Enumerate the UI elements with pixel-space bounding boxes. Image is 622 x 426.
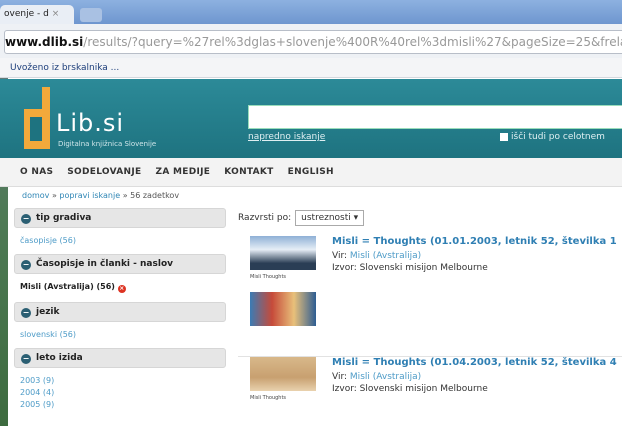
result-origin: Izvor: Slovenski misijon Melbourne (332, 384, 488, 394)
url-path: /results/?query=%27rel%3dglas+slovenje%4… (83, 35, 622, 49)
facet-header-years[interactable]: − leto izida (14, 348, 226, 368)
site-header: Lib.si Digitalna knjižnica Slovenije nap… (0, 79, 622, 158)
results-list: Razvrsti po: ustreznosti ▾ Misli Thoughts… (238, 208, 622, 426)
advanced-search-link[interactable]: napredno iskanje (248, 132, 325, 142)
search-input[interactable] (248, 105, 622, 129)
browser-tabstrip: ovenje - d × (0, 0, 622, 24)
tab-close-icon[interactable]: × (52, 9, 60, 19)
fulltext-checkbox-row[interactable]: išči tudi po celotnem (500, 132, 605, 142)
thumbnail-image (250, 292, 316, 326)
facet-toggle-icon: − (21, 260, 31, 270)
sort-row: Razvrsti po: ustreznosti ▾ (238, 208, 622, 230)
remove-filter-icon[interactable]: × (117, 285, 126, 293)
result-thumbnail[interactable]: Misli Thoughts (250, 357, 320, 413)
breadcrumb: domov » popravi iskanje » 56 zadetkov (22, 191, 180, 200)
nav-item-english[interactable]: ENGLISH (288, 167, 334, 177)
fulltext-checkbox[interactable] (500, 132, 508, 141)
source-label: Vir: (332, 251, 348, 261)
result-origin: Izvor: Slovenski misijon Melbourne (332, 263, 488, 273)
facet-title: Časopisje in članki - naslov (36, 259, 173, 269)
thumbnail-image (250, 236, 316, 270)
logo-text: Lib.si (56, 109, 125, 137)
result-title[interactable]: Misli = Thoughts (01.04.2003, letnik 52,… (332, 357, 622, 368)
facet-toggle-icon: − (21, 308, 31, 318)
nav-item-about[interactable]: O NAS (20, 167, 53, 177)
url-domain: www.dlib.si (5, 35, 84, 49)
facet-toggle-icon: − (21, 354, 31, 364)
url-field[interactable]: www.dlib.si/results/?query=%27rel%3dglas… (4, 30, 622, 54)
bookmark-item[interactable]: Uvoženo iz brskalnika ... (10, 63, 119, 73)
facet-item-year[interactable]: 2004 (4) (20, 388, 226, 397)
facet-toggle-icon: − (21, 214, 31, 224)
logo-subtitle: Digitalna knjižnica Slovenije (58, 140, 157, 148)
address-bar-area: www.dlib.si/results/?query=%27rel%3dglas… (0, 24, 622, 59)
thumbnail-caption: Misli Thoughts (250, 395, 316, 409)
breadcrumb-search[interactable]: popravi iskanje (59, 191, 120, 200)
facet-item-type[interactable]: časopisje (56) (20, 236, 226, 245)
tab-title: ovenje - d (4, 9, 49, 19)
thumbnail-image (250, 357, 316, 391)
facet-title: jezik (36, 307, 60, 317)
facet-sidebar: − tip gradiva časopisje (56) − Časopisje i… (14, 208, 226, 426)
main-nav: O NAS SODELOVANJE ZA MEDIJE KONTAKT ENGLISH (0, 158, 622, 187)
result-count: » 56 zadetkov (122, 191, 180, 200)
nav-item-media[interactable]: ZA MEDIJE (156, 167, 211, 177)
facet-item-label: Misli (Avstralija) (56) (20, 282, 115, 291)
sort-select[interactable]: ustreznosti ▾ (295, 210, 365, 226)
source-link[interactable]: Misli (Avstralija) (350, 372, 421, 382)
source-label: Vir: (332, 372, 348, 382)
browser-tab[interactable]: ovenje - d × (0, 5, 74, 24)
facet-item-year[interactable]: 2003 (9) (20, 376, 226, 385)
facet-item-year[interactable]: 2005 (9) (20, 400, 226, 409)
new-tab-button[interactable] (80, 8, 102, 22)
facet-header-language[interactable]: − jezik (14, 302, 226, 322)
result-source: Vir: Misli (Avstralija) (332, 251, 622, 261)
facet-header-type[interactable]: − tip gradiva (14, 208, 226, 228)
fulltext-label: išči tudi po celotnem (511, 132, 605, 142)
bookmarks-bar: Uvoženo iz brskalnika ... (0, 58, 622, 78)
nav-item-cooperation[interactable]: SODELOVANJE (67, 167, 141, 177)
facet-header-journals[interactable]: − Časopisje in članki - naslov (14, 254, 226, 274)
result-item: Misli Thoughts Misli = Thoughts (01.04.2… (238, 356, 622, 409)
result-source: Vir: Misli (Avstralija) (332, 372, 622, 382)
source-link[interactable]: Misli (Avstralija) (350, 251, 421, 261)
facet-item-language[interactable]: slovenski (56) (20, 330, 226, 339)
facet-title: leto izida (36, 353, 83, 363)
facet-title: tip gradiva (36, 213, 92, 223)
result-thumbnail[interactable]: Misli Thoughts (250, 236, 320, 330)
facet-item-journal-selected[interactable]: Misli (Avstralija) (56) × (20, 282, 226, 293)
sort-label: Razvrsti po: (238, 213, 292, 223)
thumbnail-caption: Misli Thoughts (250, 274, 316, 288)
result-title[interactable]: Misli = Thoughts (01.01.2003, letnik 52,… (332, 236, 622, 247)
breadcrumb-home[interactable]: domov (22, 191, 49, 200)
nav-item-contact[interactable]: KONTAKT (224, 167, 273, 177)
